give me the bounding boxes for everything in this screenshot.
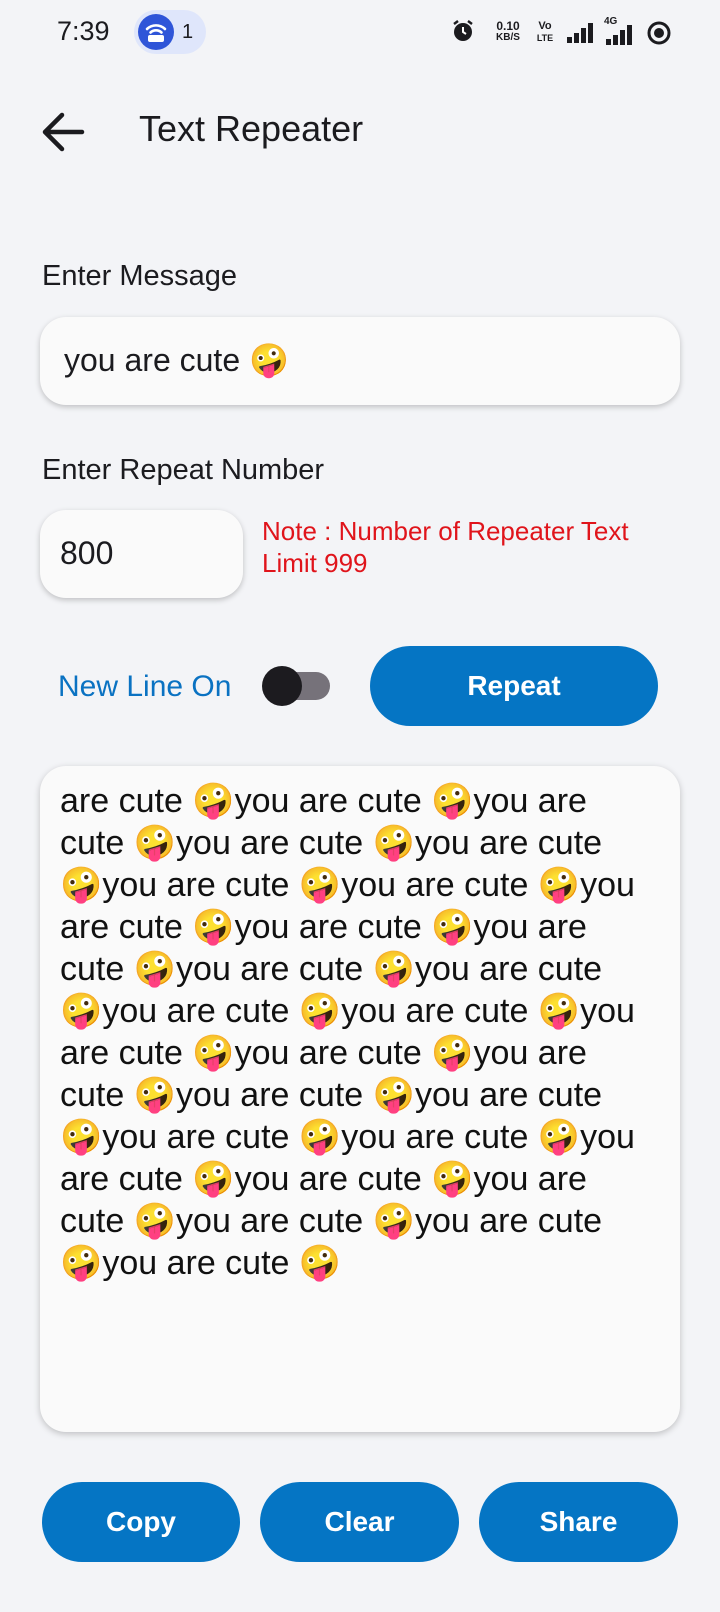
volte-bottom: LTE — [536, 33, 554, 43]
newline-label: New Line On — [58, 670, 232, 703]
status-icons: 0.10 KB/S Vo LTE 4G — [453, 14, 682, 51]
alarm-icon — [450, 18, 476, 49]
battery-icon — [646, 20, 672, 51]
hotspot-icon — [138, 14, 174, 50]
toggle-thumb — [262, 666, 302, 706]
repeat-button[interactable]: Repeat — [370, 646, 658, 726]
volte-icon: Vo LTE — [532, 20, 558, 44]
page-title: Text Repeater — [139, 108, 364, 149]
share-button[interactable]: Share — [479, 1482, 678, 1562]
signal-icon — [566, 22, 596, 49]
message-label: Enter Message — [42, 260, 238, 292]
repeat-label: Enter Repeat Number — [42, 454, 325, 486]
net-speed: 0.10 KB/S — [492, 20, 524, 44]
status-bar: 7:39 1 0.10 KB/S Vo LTE 4G — [0, 0, 720, 64]
message-input[interactable]: you are cute 🤪 — [40, 317, 680, 405]
repeat-number-input[interactable]: 800 — [40, 510, 243, 598]
net-speed-unit: KB/S — [496, 32, 520, 43]
signal-4g-icon — [604, 22, 638, 51]
repeat-number-value: 800 — [60, 535, 114, 571]
output-text: are cute 🤪you are cute 🤪you are cute 🤪yo… — [60, 782, 645, 1282]
copy-button[interactable]: Copy — [42, 1482, 240, 1562]
output-textarea[interactable]: are cute 🤪you are cute 🤪you are cute 🤪yo… — [40, 766, 680, 1432]
net-speed-value: 0.10 — [496, 19, 520, 33]
hotspot-indicator[interactable]: 1 — [134, 10, 206, 54]
repeat-limit-note: Note : Number of Repeater Text Limit 999 — [262, 516, 629, 578]
status-time: 7:39 — [57, 16, 110, 46]
hotspot-count: 1 — [182, 21, 194, 43]
message-input-value: you are cute 🤪 — [64, 342, 289, 378]
arrow-left-icon — [36, 112, 92, 164]
back-button[interactable] — [36, 104, 92, 160]
clear-button[interactable]: Clear — [260, 1482, 459, 1562]
volte-top: Vo — [538, 20, 552, 32]
